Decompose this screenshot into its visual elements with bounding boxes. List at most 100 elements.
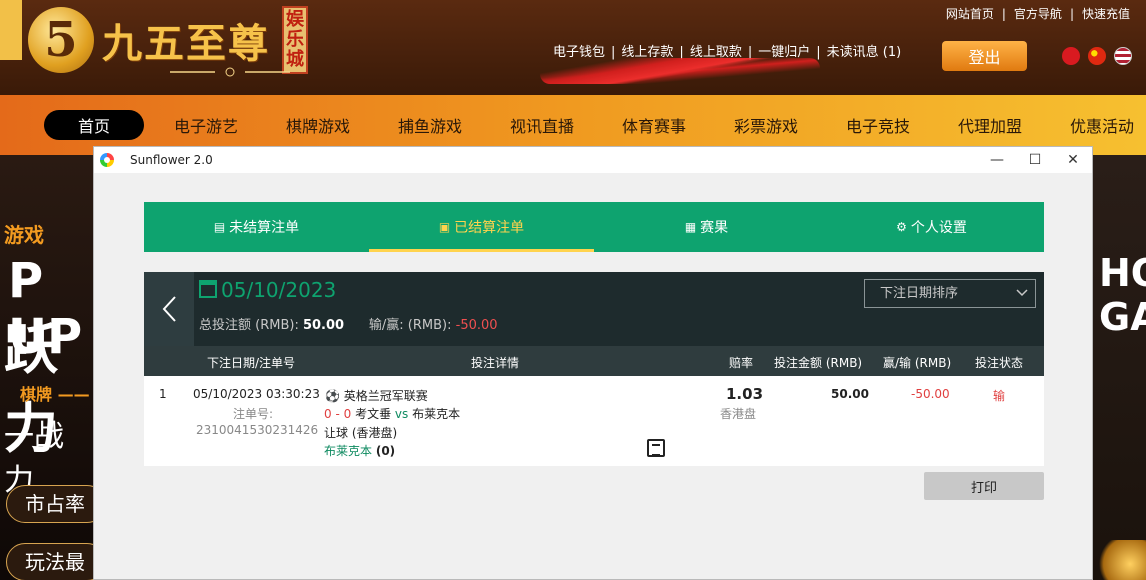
tab-label: 未结算注单 (229, 220, 300, 236)
link-unread-messages[interactable]: 未读讯息 (1) (824, 45, 905, 60)
selection-handicap: (0) (375, 444, 396, 458)
logo-name: 九五至尊 (102, 20, 270, 67)
top-links: 网站首页 | 官方导航 | 快速充值 (942, 5, 1134, 22)
site-logo[interactable]: 5 九五至尊 娱乐城 (28, 6, 308, 74)
site-header: 5 九五至尊 娱乐城 网站首页 | 官方导航 | 快速充值 电子钱包 | 线上存款 | 线上取款… (0, 0, 1146, 95)
row-index: 1 (159, 387, 167, 401)
bet-tabs: ▤ 未结算注单 ▣ 已结算注单 ▦ 赛果 ⚙ 个人设置 (144, 202, 1044, 252)
banner-text: 游戏 (4, 223, 44, 247)
tab-settled-bets[interactable]: ▣ 已结算注单 (369, 202, 594, 252)
tab-label: 个人设置 (910, 220, 967, 236)
tab-label: 赛果 (700, 220, 729, 236)
right-banner: HO GA (1093, 155, 1146, 580)
gold-decoration (1093, 540, 1146, 580)
bets-table-header: 下注日期/注单号 投注详情 赔率 投注金额 (RMB) 赢/输 (RMB) 投注… (144, 346, 1044, 376)
nav-item-sports[interactable]: 体育赛事 (620, 110, 688, 140)
winloss-label: 输/赢: (RMB): (368, 318, 452, 333)
league-line: ⚽ 英格兰冠军联赛 (325, 387, 428, 404)
status-value: 输 (993, 389, 1006, 403)
redaction-scribble (540, 58, 820, 84)
odds-type: 香港盘 (720, 407, 757, 421)
sunflower-app-icon (100, 153, 114, 167)
summary-date: 05/10/2023 (221, 278, 337, 302)
separator: | (816, 45, 821, 60)
banner-text: GA (1099, 295, 1146, 339)
football-icon: ⚽ (325, 389, 340, 403)
separator: | (1001, 7, 1006, 21)
window-titlebar[interactable]: Sunflower 2.0 — ☐ ✕ (94, 147, 1092, 173)
window-title: Sunflower 2.0 (130, 153, 213, 167)
app-window: Sunflower 2.0 — ☐ ✕ ▤ 未结算注单 ▣ 已结算注单 ▦ 赛果… (93, 146, 1093, 580)
ornament-icon (170, 67, 290, 77)
print-button[interactable]: 打印 (924, 472, 1044, 500)
minimize-button[interactable]: — (978, 147, 1016, 173)
col-header-status: 投注状态 (975, 356, 1024, 370)
banner-text: 棋牌 —— (20, 385, 90, 404)
match-score: 0 - 0 (324, 407, 352, 421)
scoreboard-icon: ▦ (684, 220, 697, 234)
sort-dropdown-value: 下注日期排序 (880, 286, 959, 301)
chevron-down-icon (1016, 280, 1028, 317)
banner-pill: 市占率 (6, 485, 93, 523)
back-button[interactable] (144, 272, 194, 346)
col-header-date: 下注日期/注单号 (207, 356, 296, 370)
away-team: 布莱克本 (412, 407, 461, 421)
nav-item-promotions[interactable]: 优惠活动 (1068, 110, 1136, 140)
tab-results[interactable]: ▦ 赛果 (594, 202, 819, 252)
hk-flag-icon[interactable] (1062, 47, 1080, 65)
maximize-button[interactable]: ☐ (1016, 147, 1054, 173)
language-flags (1062, 47, 1132, 65)
nav-item-card-games[interactable]: 棋牌游戏 (284, 110, 352, 140)
link-official-nav[interactable]: 官方导航 (1010, 7, 1066, 21)
ticket-label: 注单号: (233, 407, 274, 421)
tab-personal-settings[interactable]: ⚙ 个人设置 (819, 202, 1044, 252)
col-header-details: 投注详情 (471, 356, 520, 370)
nav-item-slots[interactable]: 电子游艺 (172, 110, 240, 140)
receipt-icon (647, 439, 665, 457)
calendar-icon (199, 280, 217, 298)
nav-item-affiliate[interactable]: 代理加盟 (956, 110, 1024, 140)
logout-button[interactable]: 登出 (942, 41, 1027, 71)
selection-line: 布莱克本 (0) (324, 442, 395, 459)
match-line: 0 - 0 考文垂 vs 布莱克本 (324, 405, 460, 422)
sort-dropdown[interactable]: 下注日期排序 (864, 279, 1036, 308)
nav-item-esports[interactable]: 电子竞技 (844, 110, 912, 140)
nav-item-fishing[interactable]: 捕鱼游戏 (396, 110, 464, 140)
cn-flag-icon[interactable] (1088, 47, 1106, 65)
bet-datetime: 05/10/2023 03:30:23 (193, 387, 320, 401)
nav-item-home[interactable]: 首页 (44, 110, 144, 140)
tab-label: 已结算注单 (454, 220, 525, 236)
receipt-button[interactable] (647, 439, 665, 457)
tab-unsettled-bets[interactable]: ▤ 未结算注单 (144, 202, 369, 252)
corner-tag (0, 0, 22, 60)
col-header-winloss: 赢/输 (RMB) (883, 356, 952, 370)
col-header-stake: 投注金额 (RMB) (774, 356, 863, 370)
logo-ornament (170, 66, 290, 77)
odds-value: 1.03 (726, 385, 764, 403)
total-stake-label: 总投注额 (RMB): (199, 318, 299, 333)
winloss-value: -50.00 (455, 318, 498, 333)
logo-emblem: 5 (28, 7, 94, 73)
summary-totals: 总投注额 (RMB): 50.00 输/赢: (RMB): -50.00 (199, 314, 498, 333)
league-name: 英格兰冠军联赛 (343, 389, 428, 403)
banner-text: HO (1099, 251, 1146, 295)
winloss-value: -50.00 (911, 387, 950, 401)
home-team: 考文垂 (355, 407, 392, 421)
close-button[interactable]: ✕ (1054, 147, 1092, 173)
col-header-odds: 赔率 (729, 356, 754, 370)
nav-item-live-casino[interactable]: 视讯直播 (508, 110, 576, 140)
us-flag-icon[interactable] (1114, 47, 1132, 65)
nav-item-lottery[interactable]: 彩票游戏 (732, 110, 800, 140)
vs-label: vs (394, 407, 409, 421)
banner-pill: 玩法最 (6, 543, 93, 580)
separator: | (1069, 7, 1074, 21)
stake-value: 50.00 (831, 387, 869, 401)
selection-team: 布莱克本 (324, 444, 373, 458)
total-stake-value: 50.00 (302, 318, 345, 333)
link-home[interactable]: 网站首页 (942, 7, 998, 21)
list-icon: ▤ (213, 220, 226, 234)
link-quick-deposit[interactable]: 快速充值 (1078, 7, 1134, 21)
table-row: 1 05/10/2023 03:30:23 注单号: 2310041530231… (144, 376, 1044, 466)
logo-badge: 娱乐城 (282, 6, 308, 74)
summary-panel: 05/10/2023 总投注额 (RMB): 50.00 输/赢: (RMB):… (144, 272, 1044, 346)
